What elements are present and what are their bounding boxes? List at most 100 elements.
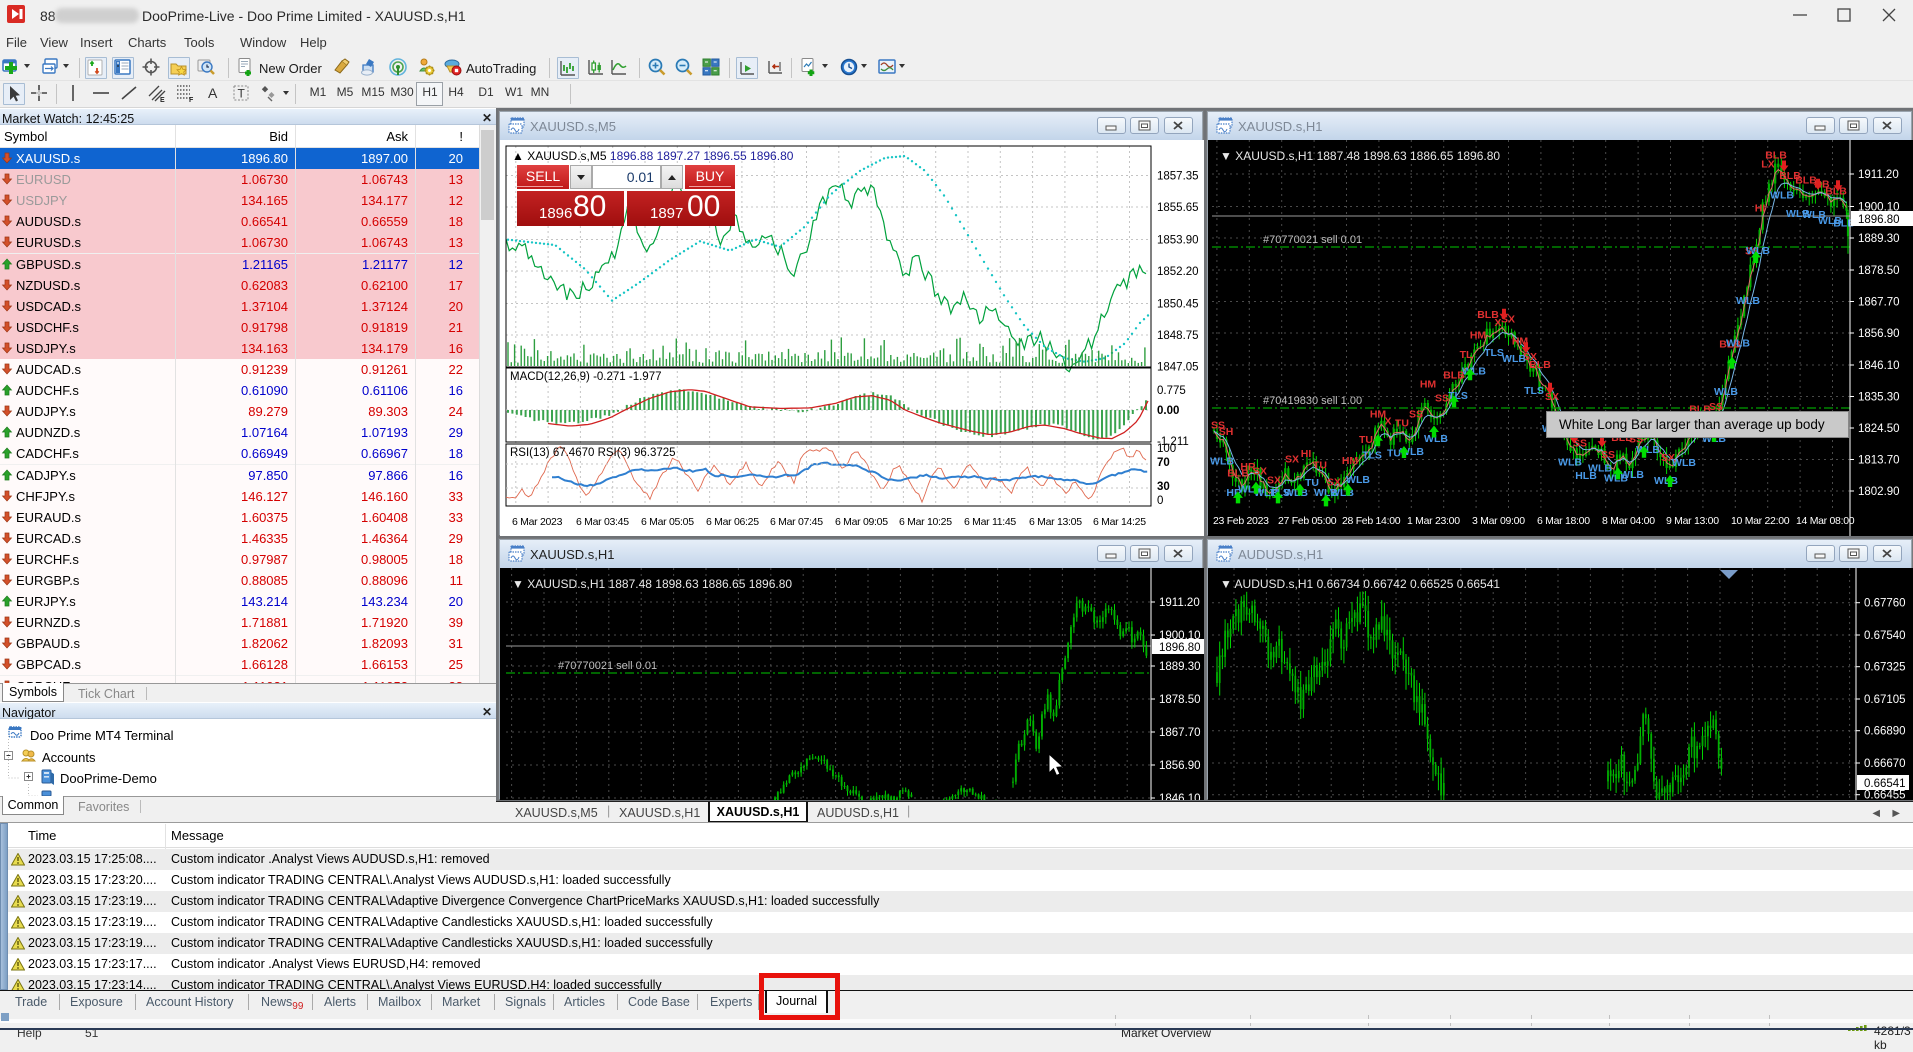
svg-text:TU: TU [1313, 460, 1327, 472]
svg-text:F: F [189, 97, 194, 103]
svg-text:1896.80: 1896.80 [1858, 214, 1900, 226]
svg-text:WLB: WLB [1770, 190, 1794, 202]
svg-text:1889.30: 1889.30 [1858, 233, 1900, 245]
svg-text:▲ XAUUSD.s,M5 1896.88 1897.27: ▲ XAUUSD.s,M5 1896.88 1897.27 1896.55 18… [512, 149, 794, 163]
svg-text:6 Mar 09:05: 6 Mar 09:05 [835, 516, 888, 528]
svg-text:MACD(12,26,9) -0.271 -1.977: MACD(12,26,9) -0.271 -1.977 [510, 371, 662, 383]
svg-text:1867.70: 1867.70 [1159, 727, 1201, 739]
svg-text:SS: SS [1409, 409, 1423, 421]
svg-text:HI: HI [1755, 203, 1766, 215]
svg-text:WLB: WLB [1210, 456, 1234, 468]
svg-text:14 Mar 08:00: 14 Mar 08:00 [1796, 515, 1855, 527]
svg-text:1867.70: 1867.70 [1858, 297, 1900, 309]
svg-text:10 Mar 22:00: 10 Mar 22:00 [1731, 515, 1790, 527]
svg-text:SX: SX [1253, 466, 1267, 478]
svg-text:0.67105: 0.67105 [1864, 694, 1906, 706]
svg-text:#70419830 sell 1.00: #70419830 sell 1.00 [1263, 395, 1362, 407]
svg-text:1852.20: 1852.20 [1157, 266, 1199, 278]
svg-text:WLB: WLB [1672, 457, 1696, 469]
svg-text:1857.35: 1857.35 [1157, 171, 1199, 183]
svg-text:1847.05: 1847.05 [1157, 362, 1199, 374]
svg-text:6 Mar 14:25: 6 Mar 14:25 [1093, 516, 1146, 528]
svg-text:WLB: WLB [1636, 444, 1660, 456]
svg-text:9 Mar 13:00: 9 Mar 13:00 [1666, 515, 1719, 527]
svg-text:T: T [238, 87, 246, 101]
svg-text:70: 70 [1157, 457, 1170, 469]
svg-text:0.67760: 0.67760 [1864, 598, 1906, 610]
svg-text:0.775: 0.775 [1157, 385, 1186, 397]
svg-text:6 Mar 05:05: 6 Mar 05:05 [641, 516, 694, 528]
svg-text:#70770021 sell 0.01: #70770021 sell 0.01 [558, 660, 657, 672]
svg-text:▼ XAUUSD.s,H1 1887.48 1898.63: ▼ XAUUSD.s,H1 1887.48 1898.63 1886.65 18… [1220, 149, 1500, 163]
svg-text:6 Mar 03:45: 6 Mar 03:45 [576, 516, 629, 528]
svg-text:TU: TU [1395, 417, 1409, 429]
svg-text:6 Mar 11:45: 6 Mar 11:45 [964, 516, 1016, 528]
svg-text:0.00: 0.00 [1157, 405, 1179, 417]
svg-text:0: 0 [1157, 495, 1163, 507]
svg-text:WLB: WLB [1502, 353, 1526, 365]
svg-text:1835.30: 1835.30 [1858, 392, 1900, 404]
svg-text:1856.90: 1856.90 [1858, 328, 1900, 340]
svg-text:1878.50: 1878.50 [1858, 265, 1900, 277]
svg-text:SX: SX [1545, 391, 1559, 403]
svg-text:WLB: WLB [1424, 433, 1448, 445]
svg-text:1846.10: 1846.10 [1858, 360, 1900, 372]
svg-text:30: 30 [1157, 481, 1170, 493]
svg-text:RSI(13) 67.4670 RSI(3) 96.372: RSI(13) 67.4670 RSI(3) 96.3725 [510, 447, 676, 459]
svg-text:0.66541: 0.66541 [1864, 778, 1906, 790]
svg-text:BLB: BLB [1529, 359, 1551, 371]
svg-text:#70770021 sell 0.01: #70770021 sell 0.01 [1263, 234, 1362, 246]
svg-text:WLB: WLB [1346, 474, 1370, 486]
svg-text:TU: TU [1387, 448, 1401, 460]
svg-text:SH: SH [1219, 426, 1234, 438]
svg-text:▼ XAUUSD.s,H1 1887.48 1898.63: ▼ XAUUSD.s,H1 1887.48 1898.63 1886.65 18… [512, 577, 792, 591]
svg-text:1853.90: 1853.90 [1157, 235, 1199, 247]
svg-text:0.66890: 0.66890 [1864, 726, 1906, 738]
svg-text:23 Feb 2023: 23 Feb 2023 [1213, 515, 1269, 527]
svg-text:1878.50: 1878.50 [1159, 694, 1201, 706]
svg-text:HM: HM [1420, 378, 1437, 390]
svg-text:8 Mar 04:00: 8 Mar 04:00 [1602, 515, 1655, 527]
svg-text:TU: TU [1359, 434, 1373, 446]
svg-text:6 Mar 2023: 6 Mar 2023 [512, 516, 563, 528]
svg-text:1889.30: 1889.30 [1159, 661, 1201, 673]
svg-text:0.66455: 0.66455 [1864, 790, 1906, 800]
svg-text:WLB: WLB [1736, 295, 1760, 307]
svg-text:1802.90: 1802.90 [1858, 486, 1900, 498]
svg-text:0.67540: 0.67540 [1864, 630, 1906, 642]
svg-text:E: E [160, 97, 165, 103]
svg-text:6 Mar 06:25: 6 Mar 06:25 [706, 516, 759, 528]
svg-text:HI: HI [1301, 448, 1312, 460]
svg-text:TLS: TLS [1484, 347, 1504, 359]
svg-text:28 Feb 14:00: 28 Feb 14:00 [1342, 515, 1401, 527]
svg-text:A: A [208, 85, 218, 101]
svg-text:0.67325: 0.67325 [1864, 662, 1906, 674]
svg-text:HM: HM [1470, 330, 1487, 342]
svg-text:100: 100 [1157, 443, 1176, 455]
svg-text:27 Feb 05:00: 27 Feb 05:00 [1278, 515, 1337, 527]
svg-text:1 Mar 23:00: 1 Mar 23:00 [1407, 515, 1460, 527]
svg-text:6 Mar 10:25: 6 Mar 10:25 [899, 516, 952, 528]
svg-text:1846.10: 1846.10 [1159, 793, 1201, 800]
svg-text:▼ AUDUSD.s,H1 0.66734 0.66742: ▼ AUDUSD.s,H1 0.66734 0.66742 0.66525 0.… [1220, 577, 1500, 591]
svg-text:WLB: WLB [1714, 386, 1738, 398]
svg-text:BLB: BLB [1765, 150, 1787, 162]
svg-text:1850.45: 1850.45 [1157, 299, 1199, 311]
svg-text:WLB: WLB [1620, 469, 1644, 481]
svg-text:1813.70: 1813.70 [1858, 455, 1900, 467]
svg-text:1911.20: 1911.20 [1159, 597, 1200, 609]
svg-text:1911.20: 1911.20 [1858, 169, 1899, 181]
svg-text:0.66670: 0.66670 [1864, 758, 1906, 770]
svg-text:1848.75: 1848.75 [1157, 330, 1199, 342]
svg-text:SX: SX [1267, 474, 1281, 486]
svg-text:TLS: TLS [1362, 450, 1382, 462]
svg-text:1824.50: 1824.50 [1858, 423, 1900, 435]
svg-text:WLB: WLB [1462, 365, 1486, 377]
svg-text:TLS: TLS [1524, 385, 1544, 397]
svg-text:6 Mar 13:05: 6 Mar 13:05 [1029, 516, 1082, 528]
svg-text:1896.80: 1896.80 [1159, 642, 1201, 654]
svg-text:SS: SS [1601, 449, 1615, 461]
svg-text:WLB: WLB [1726, 338, 1750, 350]
svg-text:6 Mar 18:00: 6 Mar 18:00 [1537, 515, 1590, 527]
svg-text:SS: SS [1435, 393, 1449, 405]
